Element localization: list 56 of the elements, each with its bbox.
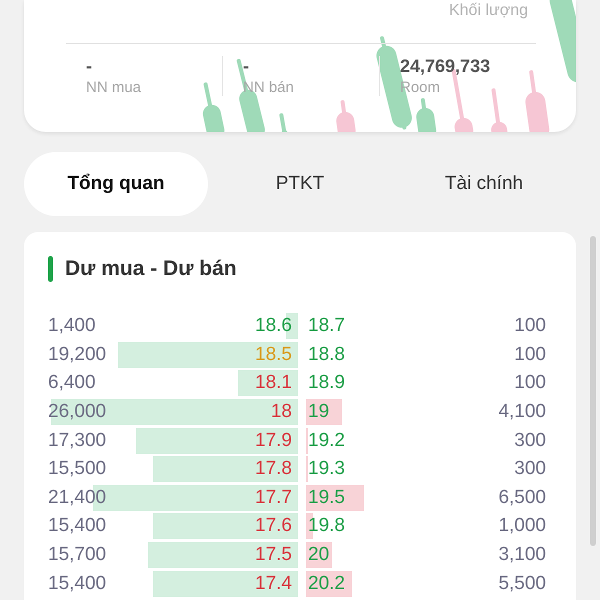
candlestick bbox=[524, 70, 551, 132]
bid-price: 17.6 bbox=[255, 515, 292, 538]
candlestick bbox=[279, 113, 289, 132]
ask-volume: 100 bbox=[514, 344, 546, 366]
candlestick bbox=[490, 88, 508, 132]
bid-volume: 1,400 bbox=[48, 315, 96, 338]
bid-volume: 21,400 bbox=[48, 486, 106, 509]
bid-volume: 19,200 bbox=[48, 344, 106, 366]
stat-label: NN mua bbox=[86, 79, 142, 96]
tab[interactable]: PTKT bbox=[208, 152, 392, 216]
ask-volume: 300 bbox=[514, 430, 546, 452]
bid-volume: 17,300 bbox=[48, 430, 106, 452]
ask-volume: 300 bbox=[514, 458, 546, 480]
ask-price: 18.9 bbox=[308, 372, 345, 394]
bid-price: 17.4 bbox=[255, 572, 292, 595]
ask-price: 19.5 bbox=[308, 486, 345, 509]
bid-price: 17.7 bbox=[255, 486, 292, 509]
bid-price: 18.6 bbox=[255, 315, 292, 338]
ask-price: 20.2 bbox=[308, 572, 345, 595]
ask-price: 18.8 bbox=[308, 344, 345, 366]
order-book-title: Dư mua - Dư bán bbox=[65, 257, 237, 281]
ask-volume: 3,100 bbox=[498, 544, 546, 566]
ask-price: 19.2 bbox=[308, 430, 345, 452]
scrollbar[interactable] bbox=[590, 236, 596, 546]
ask-volume: 100 bbox=[514, 372, 546, 394]
ask-price: 18.7 bbox=[308, 315, 345, 338]
bid-volume: 15,400 bbox=[48, 572, 106, 595]
bid-volume: 15,500 bbox=[48, 458, 106, 480]
candlestick bbox=[335, 100, 357, 132]
bid-volume: 15,700 bbox=[48, 544, 106, 566]
ask-volume: 1,000 bbox=[498, 515, 546, 538]
bid-price: 18 bbox=[270, 401, 292, 424]
bid-price: 17.8 bbox=[255, 458, 292, 480]
stat-value: 24,769,733 bbox=[400, 56, 492, 77]
tab[interactable]: Tài chính bbox=[392, 152, 576, 216]
bid-price: 18.1 bbox=[255, 372, 292, 394]
ask-price: 20 bbox=[308, 544, 330, 566]
bid-price: 18.5 bbox=[255, 344, 292, 366]
ask-price: 19 bbox=[308, 401, 330, 424]
ask-volume: 6,500 bbox=[498, 486, 546, 509]
candlestick bbox=[201, 82, 226, 132]
bid-volume: 26,000 bbox=[48, 401, 106, 424]
ask-volume: 100 bbox=[514, 315, 546, 338]
bid-volume: 6,400 bbox=[48, 372, 96, 394]
volume-label: Khối lượng bbox=[448, 2, 528, 20]
title-accent-bar bbox=[48, 256, 53, 282]
stat-value: - bbox=[86, 56, 93, 77]
bid-volume: 15,400 bbox=[48, 515, 106, 538]
ask-volume: 5,500 bbox=[498, 572, 546, 595]
ask-price: 19.3 bbox=[308, 458, 345, 480]
bid-price: 17.5 bbox=[255, 544, 292, 566]
ask-volume: 4,100 bbox=[498, 401, 546, 424]
stat-value: - bbox=[243, 56, 250, 77]
ask-price: 19.8 bbox=[308, 515, 345, 538]
bid-price: 17.9 bbox=[255, 430, 292, 452]
tab[interactable]: Tổng quan bbox=[24, 152, 208, 216]
